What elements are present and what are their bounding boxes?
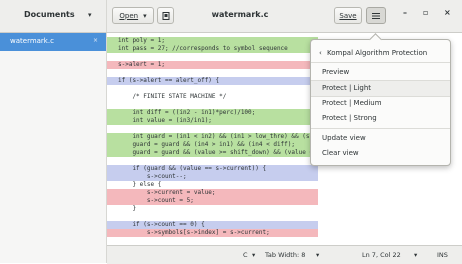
code-line[interactable]: s->alert = 1; [107, 61, 318, 69]
open-button[interactable]: Open ▾ [112, 7, 154, 24]
code-line[interactable] [107, 213, 448, 221]
code-line[interactable]: int value = (in3/in1); [107, 117, 318, 125]
code-line[interactable]: int poly = 1; [107, 37, 318, 45]
tab-width-selector[interactable]: Tab Width: 8 [265, 251, 305, 259]
menu-item-label: Protect | Light [322, 84, 372, 92]
close-icon[interactable]: × [93, 37, 98, 44]
popover-header-label: Kompal Algorithm Protection [327, 49, 428, 57]
code-line[interactable]: } [107, 205, 448, 213]
open-button-label: Open [119, 11, 139, 20]
menu-item-clear-view[interactable]: Clear view [311, 146, 450, 161]
header-bar: Documents ▾ Open ▾ watermark.c Save – ▫ … [0, 0, 462, 33]
menu-item-protect-strong[interactable]: Protect | Strong [311, 111, 450, 126]
insert-mode: INS [437, 251, 448, 259]
menu-item-protect-light[interactable]: Protect | Light [311, 80, 450, 97]
close-icon[interactable]: × [444, 8, 451, 17]
sidebar-item-label: watermark.c [10, 37, 54, 45]
code-line[interactable]: s->symbols[s->index] = s->current; [107, 229, 318, 237]
save-button[interactable]: Save [334, 7, 362, 24]
chevron-down-icon: ▾ [143, 11, 147, 20]
save-button-label: Save [339, 11, 357, 20]
language-selector[interactable]: C [243, 251, 248, 259]
code-line[interactable]: s->current = value; [107, 189, 318, 197]
code-line[interactable]: guard = guard && (in4 > in1) && (in4 < d… [107, 141, 318, 149]
menu-item-protect-medium[interactable]: Protect | Medium [311, 96, 450, 111]
menu-item-label: Clear view [322, 149, 359, 157]
menu-item-update-view[interactable]: Update view [311, 131, 450, 146]
chevron-left-icon: ‹ [319, 49, 322, 57]
popover-back-header[interactable]: ‹ Kompal Algorithm Protection [311, 46, 450, 63]
code-line[interactable]: } else { [107, 181, 448, 189]
sidebar-header[interactable]: Documents ▾ [0, 0, 107, 32]
chevron-down-icon: ▾ [414, 251, 418, 259]
sidebar-item-watermark[interactable]: watermark.c × [0, 33, 106, 51]
menu-item-label: Preview [322, 68, 350, 76]
code-line[interactable]: if (s->count == 0) { [107, 221, 318, 229]
code-line[interactable]: int diff = ((in2 - in1)*perc)/100; [107, 109, 318, 117]
cursor-position[interactable]: Ln 7, Col 22 [362, 251, 401, 259]
maximize-icon[interactable]: ▫ [423, 8, 428, 17]
code-line[interactable]: s->count--; [107, 173, 318, 181]
menu-item-preview[interactable]: Preview [311, 65, 450, 80]
hamburger-popover-menu: ‹ Kompal Algorithm Protection Preview Pr… [310, 33, 451, 166]
code-line[interactable]: int pass = 27; //corresponds to symbol s… [107, 45, 318, 53]
code-line[interactable]: int guard = (in1 < in2) && (in1 > low_th… [107, 133, 356, 141]
document-title: watermark.c [211, 10, 269, 19]
chevron-down-icon[interactable]: ▾ [88, 11, 92, 19]
menu-item-label: Protect | Strong [322, 114, 377, 122]
menu-item-label: Update view [322, 134, 366, 142]
hamburger-icon [372, 12, 380, 19]
status-bar: C ▾ Tab Width: 8 ▾ Ln 7, Col 22 ▾ INS [107, 245, 462, 264]
sidebar-title[interactable]: Documents [24, 10, 75, 19]
minimize-icon[interactable]: – [403, 8, 407, 17]
new-tab-button[interactable] [157, 7, 174, 24]
chevron-down-icon: ▾ [316, 251, 320, 259]
code-line[interactable]: if (s->alert == alert_off) { [107, 77, 318, 85]
code-line[interactable]: s->count = 5; [107, 197, 318, 205]
menu-item-label: Protect | Medium [322, 99, 382, 107]
code-line[interactable]: guard = guard && (value >= shift_down) &… [107, 149, 356, 157]
document-icon [162, 11, 169, 20]
chevron-down-icon: ▾ [252, 251, 256, 259]
code-line[interactable]: if (guard && (value == s->current)) { [107, 165, 318, 173]
documents-sidebar: watermark.c × [0, 33, 107, 263]
hamburger-menu-button[interactable] [366, 7, 386, 24]
menu-separator [311, 128, 450, 129]
